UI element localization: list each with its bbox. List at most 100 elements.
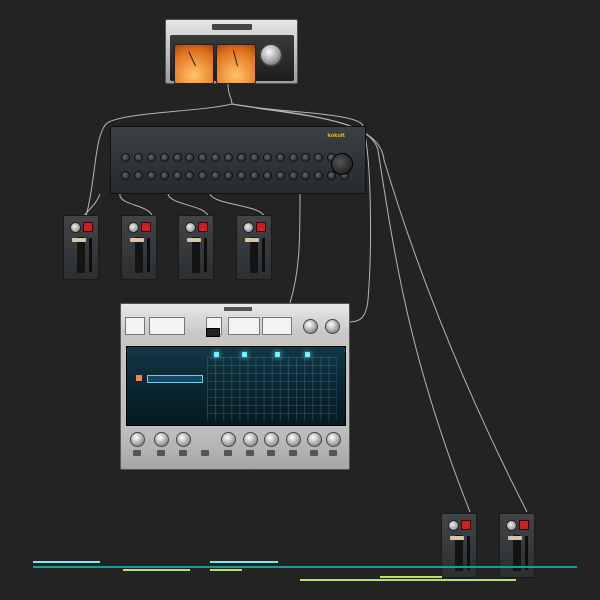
vu-meter-device[interactable] [165,19,298,84]
control-knob[interactable] [307,432,322,447]
control-knob[interactable] [243,432,258,447]
pad-button[interactable] [201,450,209,456]
fader-track[interactable] [250,237,258,273]
sequencer-step-knob[interactable] [121,171,130,180]
pad-button[interactable] [289,450,297,456]
sequencer-step-knob[interactable] [314,171,324,180]
pad-button[interactable] [267,450,275,456]
sequencer-step-knob[interactable] [237,153,247,162]
sequencer-step-knob[interactable] [262,171,272,180]
mute-button[interactable] [83,222,93,232]
sequencer-step-knob[interactable] [159,153,169,162]
fader-handle[interactable] [245,238,259,242]
control-knob[interactable] [286,432,301,447]
sequencer-step-knob[interactable] [133,153,143,162]
sequencer-step-knob[interactable] [198,171,208,180]
timeline-clip[interactable] [123,569,190,571]
control-knob[interactable] [221,432,236,447]
pan-knob[interactable] [70,222,81,233]
pad-button[interactable] [224,450,232,456]
sequencer-step-knob[interactable] [224,171,234,180]
fader-handle[interactable] [450,536,464,540]
fader-handle[interactable] [187,238,201,242]
control-knob[interactable] [326,432,341,447]
pan-knob[interactable] [448,520,459,531]
sequencer-step-knob[interactable] [146,153,156,162]
channel-strip-1[interactable] [63,215,99,280]
selected-clip[interactable] [147,375,203,383]
timeline-clip[interactable] [33,566,577,568]
pan-knob[interactable] [185,222,196,233]
pattern-buttons[interactable] [149,317,185,335]
sequencer-step-knob[interactable] [301,171,311,180]
fader-track[interactable] [135,237,143,273]
sequencer-step-knob[interactable] [224,153,234,162]
fader-handle[interactable] [130,238,144,242]
timeline-clip[interactable] [300,579,516,581]
mute-button[interactable] [141,222,151,232]
sequencer-step-knob[interactable] [314,153,324,162]
bank-buttons[interactable] [228,317,260,335]
sequencer-knob-row-2[interactable] [121,171,350,180]
channel-strip-2[interactable] [121,215,157,280]
timeline-clip[interactable] [210,561,278,563]
timeline-clip[interactable] [210,569,242,571]
sequencer-step-knob[interactable] [121,153,130,162]
pad-button[interactable] [310,450,318,456]
fader-handle[interactable] [72,238,86,242]
channel-strip-3[interactable] [178,215,214,280]
volume-knob[interactable] [325,319,340,334]
sequencer-step-knob[interactable] [275,153,285,162]
timeline-clip[interactable] [380,576,442,578]
pad-button[interactable] [329,450,337,456]
channel-strip-4[interactable] [236,215,272,280]
sequencer-knob-row-1[interactable] [121,153,350,162]
sequencer-step-knob[interactable] [198,153,208,162]
control-knob[interactable] [176,432,191,447]
mute-button[interactable] [256,222,266,232]
mute-button[interactable] [519,520,529,530]
control-knob[interactable] [154,432,169,447]
sequencer-step-knob[interactable] [301,153,311,162]
sequencer-step-knob[interactable] [288,171,298,180]
sequencer-step-knob[interactable] [211,171,221,180]
timeline-clip[interactable] [33,561,100,563]
instrument-device[interactable] [120,303,350,470]
pad-button[interactable] [246,450,254,456]
sequencer-step-knob[interactable] [172,171,182,180]
sequencer-step-knob[interactable] [211,153,221,162]
edit-buttons[interactable] [262,317,292,335]
pan-knob[interactable] [128,222,139,233]
gain-knob[interactable] [259,43,283,67]
sequencer-step-knob[interactable] [185,153,195,162]
sequencer-device[interactable]: kokult [110,126,366,194]
instrument-display[interactable] [126,346,346,426]
control-knob[interactable] [130,432,145,447]
sequencer-step-knob[interactable] [172,153,182,162]
control-knob[interactable] [264,432,279,447]
sequencer-master-knob[interactable] [331,153,353,175]
pad-button[interactable] [133,450,141,456]
mute-button[interactable] [461,520,471,530]
select-button[interactable] [206,328,220,337]
step-grid[interactable] [207,357,337,421]
sequencer-step-knob[interactable] [275,171,285,180]
fader-handle[interactable] [508,536,522,540]
pan-knob[interactable] [243,222,254,233]
fader-track[interactable] [77,237,85,273]
tempo-knob[interactable] [303,319,318,334]
sequencer-step-knob[interactable] [185,171,195,180]
sequencer-step-knob[interactable] [237,171,247,180]
pan-knob[interactable] [506,520,517,531]
pad-button[interactable] [179,450,187,456]
output-strip-2[interactable] [499,513,535,578]
sequencer-step-knob[interactable] [249,153,259,162]
sequencer-step-knob[interactable] [249,171,259,180]
sequencer-step-knob[interactable] [159,171,169,180]
sequencer-step-knob[interactable] [146,171,156,180]
sequencer-step-knob[interactable] [262,153,272,162]
sequencer-step-knob[interactable] [288,153,298,162]
sequencer-step-knob[interactable] [133,171,143,180]
output-strip-1[interactable] [441,513,477,578]
mute-button[interactable] [198,222,208,232]
